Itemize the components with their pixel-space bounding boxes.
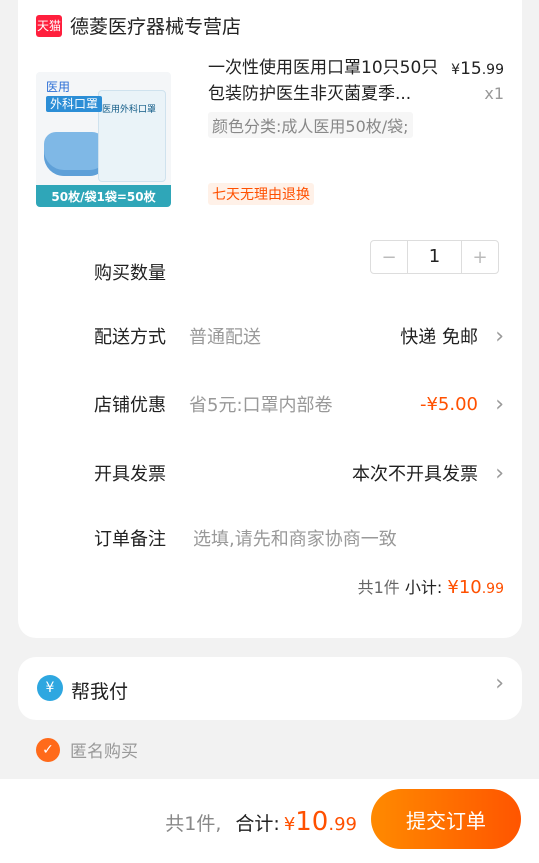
product-image[interactable]: 医用外科口罩 医用 外科口罩 50枚/袋1袋=50枚 — [36, 72, 171, 207]
quantity-value[interactable]: 1 — [407, 241, 462, 273]
total-count: 共1件, — [165, 813, 222, 835]
chevron-right-icon: › — [495, 460, 504, 486]
product-quantity: x1 — [484, 84, 504, 103]
subtotal-symbol: ¥ — [447, 577, 459, 598]
invoice-value: 本次不开具发票 — [352, 464, 478, 485]
discount-label: 店铺优惠 — [94, 395, 166, 416]
increase-button[interactable]: + — [462, 241, 498, 273]
product-title[interactable]: 一次性使用医用口罩10只50只包装防护医生非灭菌夏季... — [208, 55, 453, 107]
delivery-row[interactable]: 配送方式 普通配送 快递 免邮 › — [18, 316, 522, 356]
total-amount: ¥10.99 — [284, 807, 357, 837]
delivery-hint: 普通配送 — [189, 327, 261, 348]
invoice-row[interactable]: 开具发票 本次不开具发票 › — [18, 453, 522, 493]
mask-illustration — [44, 132, 106, 176]
price-dec: .99 — [481, 62, 504, 78]
chevron-right-icon: › — [495, 671, 504, 696]
total-symbol: ¥ — [283, 814, 296, 835]
total-dec: .99 — [328, 814, 357, 835]
bag-title: 医用外科口罩 — [102, 105, 157, 115]
subtotal: 共1件 小计: ¥10.99 — [358, 574, 504, 598]
chevron-right-icon: › — [495, 323, 504, 349]
store-name[interactable]: 德菱医疗器械专营店 — [70, 12, 241, 39]
discount-row[interactable]: 店铺优惠 省5元:口罩内部卷 -¥5.00 › — [18, 384, 522, 424]
help-pay-label: 帮我付 — [71, 681, 129, 703]
submit-order-button[interactable]: 提交订单 — [371, 789, 521, 849]
note-row[interactable]: 订单备注 选填,请先和商家协商一致 — [18, 518, 522, 558]
product-spec[interactable]: 颜色分类:成人医用50枚/袋; — [208, 112, 413, 138]
subtotal-dec: .99 — [481, 581, 504, 597]
note-input[interactable]: 选填,请先和商家协商一致 — [193, 525, 397, 551]
subtotal-amount: ¥10.99 — [447, 577, 504, 598]
delivery-label: 配送方式 — [94, 327, 166, 348]
image-top-label-main: 医用 — [46, 80, 71, 94]
chevron-right-icon: › — [495, 391, 504, 417]
quantity-label: 购买数量 — [94, 263, 166, 284]
yuan-circle-icon: ¥ — [37, 675, 63, 701]
anonymous-purchase-toggle[interactable]: ✓ 匿名购买 — [36, 737, 138, 762]
subtotal-int: 10 — [458, 577, 482, 598]
return-policy-badge: 七天无理由退换 — [208, 183, 314, 205]
discount-value: -¥5.00 — [419, 393, 478, 415]
total-label: 合计: — [235, 813, 280, 835]
note-label: 订单备注 — [94, 529, 166, 550]
store-order-card: 天猫 德菱医疗器械专营店 医用外科口罩 医用 外科口罩 50枚/袋1袋=50枚 … — [18, 0, 522, 638]
product-price: ¥15.99 — [451, 59, 504, 79]
price-symbol: ¥ — [451, 62, 461, 78]
help-pay-card[interactable]: ¥ 帮我付 › — [18, 657, 522, 720]
image-bottom-label: 50枚/袋1袋=50枚 — [36, 185, 171, 207]
invoice-label: 开具发票 — [94, 464, 166, 485]
total-int: 10 — [295, 807, 329, 837]
checkmark-icon[interactable]: ✓ — [36, 737, 60, 762]
subtotal-count: 共1件 — [357, 578, 400, 597]
tmall-badge-icon: 天猫 — [36, 14, 62, 37]
image-top-label: 医用 外科口罩 — [46, 80, 103, 112]
image-top-label-sub: 外科口罩 — [46, 96, 103, 112]
store-header[interactable]: 天猫 德菱医疗器械专营店 — [36, 12, 241, 39]
decrease-button[interactable]: − — [371, 241, 407, 273]
delivery-value: 快递 免邮 — [400, 327, 478, 348]
checkout-bar: 共1件, 合计: ¥10.99 提交订单 — [0, 779, 539, 863]
order-total: 共1件, 合计: ¥10.99 — [165, 807, 357, 837]
anonymous-label: 匿名购买 — [70, 742, 138, 762]
price-int: 15 — [460, 59, 482, 79]
quantity-stepper[interactable]: − 1 + — [370, 240, 499, 274]
subtotal-label: 小计: — [404, 578, 443, 597]
discount-hint: 省5元:口罩内部卷 — [189, 395, 333, 416]
